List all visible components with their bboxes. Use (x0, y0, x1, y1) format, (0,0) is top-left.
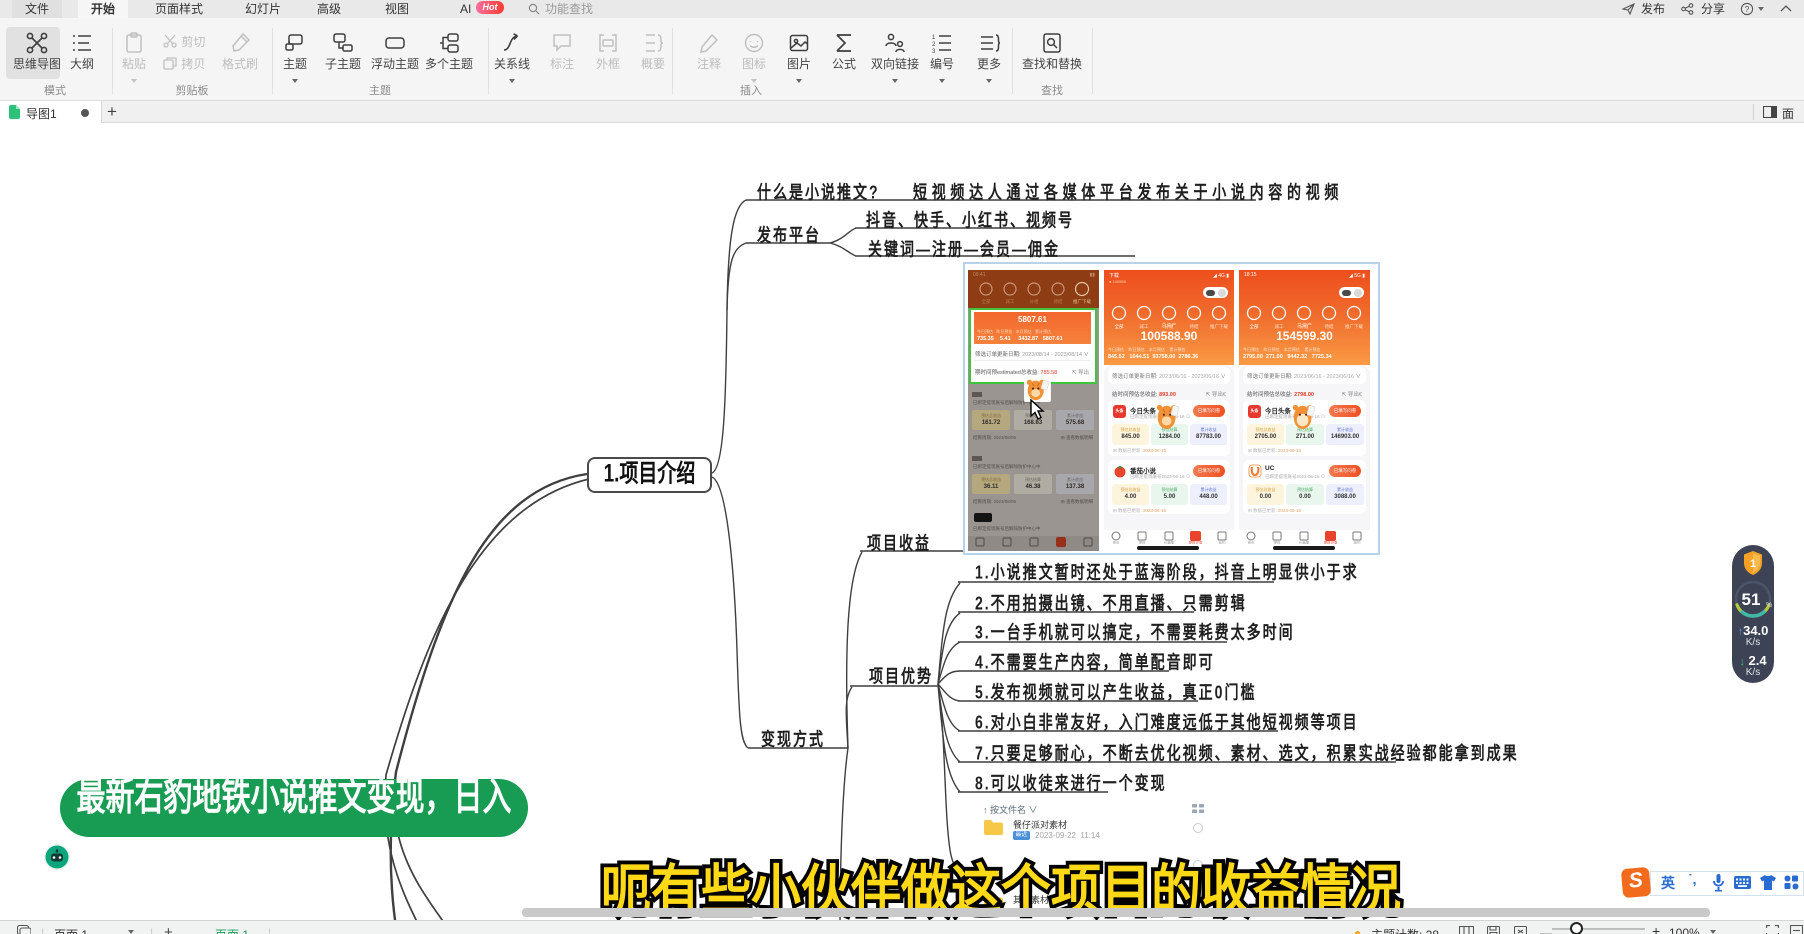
svg-text:提现: 提现 (1139, 540, 1147, 544)
svg-text:首页: 首页 (1113, 540, 1121, 544)
svg-text:1: 1 (932, 35, 936, 41)
svg-text:待结: 待结 (1054, 298, 1063, 305)
svg-text:推广下载: 推广下载 (1073, 298, 1091, 305)
svg-text:我的: 我的 (1219, 540, 1227, 544)
svg-text:3: 3 (932, 49, 936, 54)
svg-text:减工: 减工 (1006, 298, 1015, 305)
svg-text:分组: 分组 (1030, 298, 1039, 305)
svg-text:1: 1 (1750, 558, 1756, 570)
svg-text:%: % (1766, 602, 1772, 609)
svg-text:长篇集: 长篇集 (1299, 540, 1310, 544)
svg-text:提现: 提现 (1274, 540, 1282, 544)
svg-text:提现记录: 提现记录 (1324, 540, 1339, 544)
svg-text:全部: 全部 (982, 298, 991, 305)
svg-text:51: 51 (1742, 590, 1761, 609)
svg-text:长篇集: 长篇集 (1164, 540, 1175, 544)
svg-text:首页: 首页 (1248, 540, 1256, 544)
svg-text:我的: 我的 (1354, 540, 1362, 544)
svg-text:提现记录: 提现记录 (1189, 540, 1204, 544)
svg-text:2: 2 (932, 42, 936, 48)
svg-text:?: ? (1745, 4, 1750, 14)
